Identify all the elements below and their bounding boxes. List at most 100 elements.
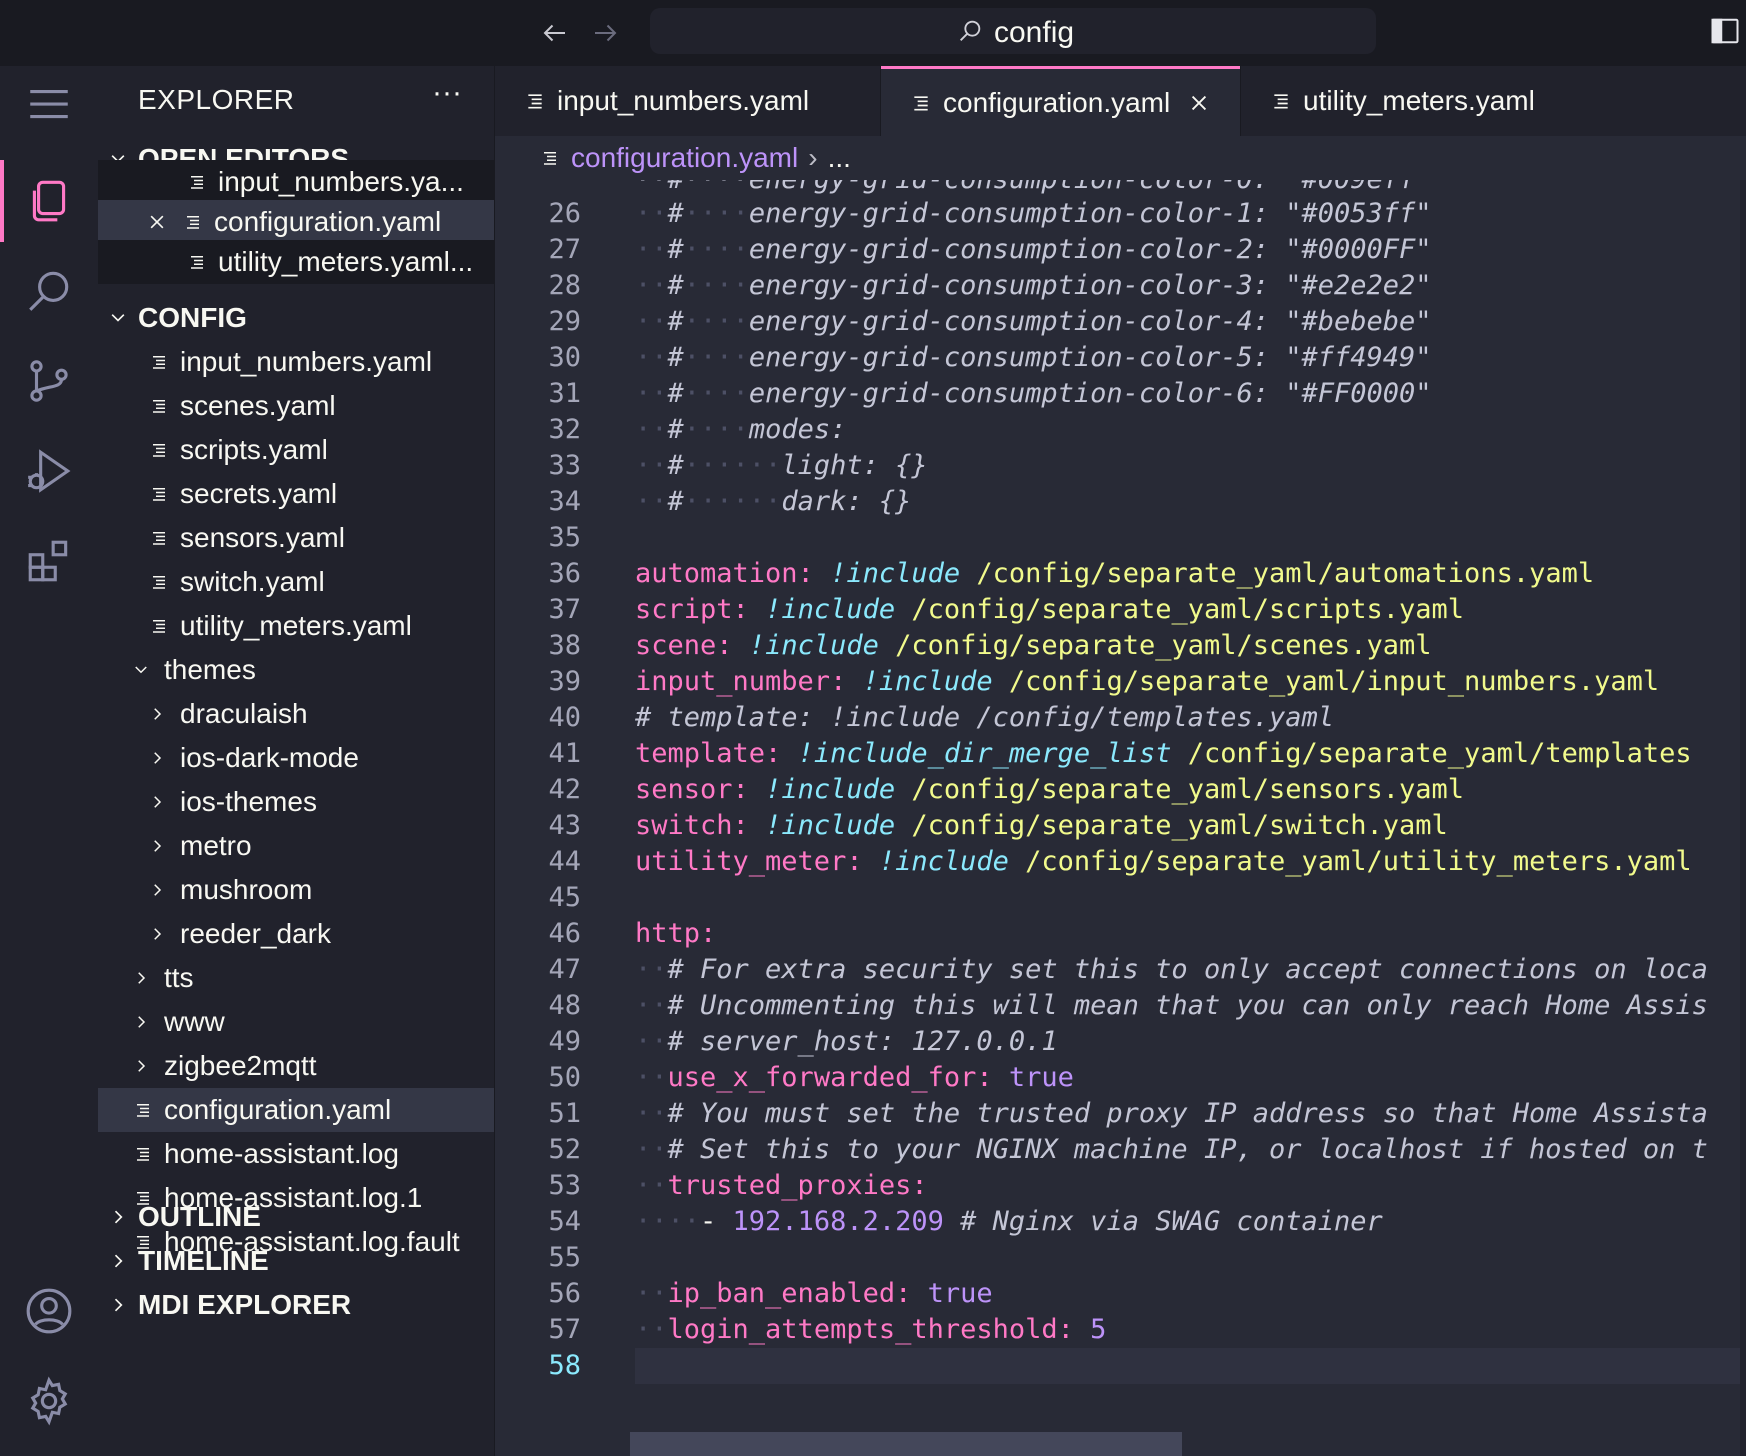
tree-folder[interactable]: ios-dark-mode	[98, 736, 494, 780]
line-number: 49	[548, 1026, 581, 1057]
accounts-icon[interactable]	[0, 1266, 98, 1356]
menu-icon[interactable]	[0, 76, 98, 132]
code-editor[interactable]: ··#····energy-grid-consumption-color-0: …	[495, 180, 1746, 1456]
tree-item-label: draculaish	[180, 698, 308, 729]
code-token: use_x_forwarded_for:	[667, 1062, 993, 1093]
close-icon[interactable]	[144, 212, 170, 232]
code-text: script: !include /config/separate_yaml/s…	[635, 592, 1464, 628]
code-token: ··	[635, 1134, 668, 1165]
section-title: CONFIG	[138, 302, 247, 333]
tree-folder[interactable]: reeder_dark	[98, 912, 494, 956]
breadcrumb-file[interactable]: configuration.yaml	[571, 142, 798, 174]
line-number: 32	[548, 414, 581, 445]
code-text: ····- 192.168.2.209 # Nginx via SWAG con…	[635, 1204, 1383, 1240]
chevron-right-icon: ›	[808, 142, 818, 173]
code-text: ··#····modes:	[635, 412, 846, 448]
run-and-debug-icon[interactable]	[0, 426, 98, 516]
code-text: sensor: !include /config/separate_yaml/s…	[635, 772, 1464, 808]
code-line: 46 http:	[495, 916, 1746, 952]
chevron-down-icon	[128, 661, 154, 679]
code-token: /config/separate_yaml/utility_meters.yam…	[1025, 846, 1692, 877]
tree-file[interactable]: home-assistant.log	[98, 1132, 494, 1176]
tree-folder[interactable]: metro	[98, 824, 494, 868]
more-actions-button[interactable]: ···	[432, 76, 462, 110]
tree-folder[interactable]: zigbee2mqtt	[98, 1044, 494, 1088]
code-token: energy-grid-consumption-color-3: "#e2e2e…	[748, 270, 1432, 301]
code-token: ····	[635, 1206, 701, 1237]
chevron-right-icon	[144, 837, 170, 855]
line-number: 42	[548, 774, 581, 805]
file-lines-icon	[132, 1101, 154, 1119]
forward-arrow-icon[interactable]	[590, 18, 624, 48]
code-token: #	[667, 414, 684, 445]
command-center-search[interactable]: config	[650, 8, 1376, 54]
settings-gear-icon[interactable]	[0, 1356, 98, 1446]
open-editor-item[interactable]: input_numbers.ya...	[98, 160, 494, 204]
tree-folder[interactable]: mushroom	[98, 868, 494, 912]
tree-folder[interactable]: tts	[98, 956, 494, 1000]
line-number: 57	[548, 1314, 581, 1345]
toggle-sidebar-icon[interactable]	[1710, 16, 1740, 46]
file-lines-icon	[148, 441, 170, 459]
code-text: ··#····energy-grid-consumption-color-3: …	[635, 268, 1432, 304]
back-arrow-icon[interactable]	[540, 18, 574, 48]
tree-file[interactable]: configuration.yaml	[98, 1088, 494, 1132]
tree-file[interactable]: utility_meters.yaml	[98, 604, 494, 648]
section-timeline[interactable]: TIMELINE	[98, 1240, 494, 1282]
section-outline[interactable]: OUTLINE	[98, 1196, 494, 1238]
code-line: 28 ··#····energy-grid-consumption-color-3…	[495, 268, 1746, 304]
line-number: 29	[548, 306, 581, 337]
code-text: scene: !include /config/separate_yaml/sc…	[635, 628, 1432, 664]
code-token: light: {}	[781, 450, 928, 481]
tree-folder-themes[interactable]: themes	[98, 648, 494, 692]
section-config[interactable]: CONFIG	[98, 297, 494, 339]
code-token: ··	[635, 450, 668, 481]
tree-file[interactable]: sensors.yaml	[98, 516, 494, 560]
tree-folder[interactable]: draculaish	[98, 692, 494, 736]
code-token: ··	[635, 378, 668, 409]
tree-file[interactable]: secrets.yaml	[98, 472, 494, 516]
close-icon[interactable]	[1188, 92, 1210, 114]
breadcrumb-rest[interactable]: ...	[828, 142, 851, 174]
file-lines-icon	[148, 617, 170, 635]
tab-utility-meters[interactable]: utility_meters.yaml	[1241, 66, 1746, 136]
tab-input-numbers[interactable]: input_numbers.yaml	[495, 66, 880, 136]
code-token: /config/separate_yaml/sensors.yaml	[911, 774, 1465, 805]
extensions-icon[interactable]	[0, 516, 98, 606]
tree-folder[interactable]: www	[98, 1000, 494, 1044]
code-text: ··#····energy-grid-consumption-color-6: …	[635, 376, 1432, 412]
tree-file[interactable]: switch.yaml	[98, 560, 494, 604]
code-token: #	[667, 342, 684, 373]
section-mdi-explorer[interactable]: MDI EXPLORER	[98, 1284, 494, 1326]
code-token: energy-grid-consumption-color-1: "#0053f…	[748, 198, 1432, 229]
explorer-files-icon[interactable]	[0, 156, 98, 246]
source-control-icon[interactable]	[0, 336, 98, 426]
open-editor-item[interactable]: configuration.yaml	[98, 200, 494, 244]
code-token: true	[927, 1278, 993, 1309]
code-text: ··trusted_proxies:	[635, 1168, 928, 1204]
tree-file[interactable]: scenes.yaml	[98, 384, 494, 428]
horizontal-scrollbar[interactable]	[630, 1432, 1182, 1456]
code-token: ····	[683, 270, 749, 301]
open-editor-item[interactable]: utility_meters.yaml...	[98, 240, 494, 284]
tree-file[interactable]: input_numbers.yaml	[98, 340, 494, 384]
command-center-text: config	[994, 16, 1075, 49]
file-lines-icon	[1271, 91, 1291, 111]
code-line: 33 ··#······light: {}	[495, 448, 1746, 484]
breadcrumb[interactable]: configuration.yaml › ...	[495, 136, 1746, 180]
code-token: /config/separate_yaml/scripts.yaml	[911, 594, 1465, 625]
tree-file[interactable]: scripts.yaml	[98, 428, 494, 472]
code-token: energy-grid-consumption-color-6: "#FF000…	[748, 378, 1432, 409]
tree-folder[interactable]: ios-themes	[98, 780, 494, 824]
code-line: 47 ··# For extra security set this to onl…	[495, 952, 1746, 988]
tab-configuration[interactable]: configuration.yaml	[881, 66, 1240, 136]
code-text: utility_meter: !include /config/separate…	[635, 844, 1692, 880]
search-icon[interactable]	[0, 246, 98, 336]
overview-ruler[interactable]	[1740, 180, 1746, 1456]
